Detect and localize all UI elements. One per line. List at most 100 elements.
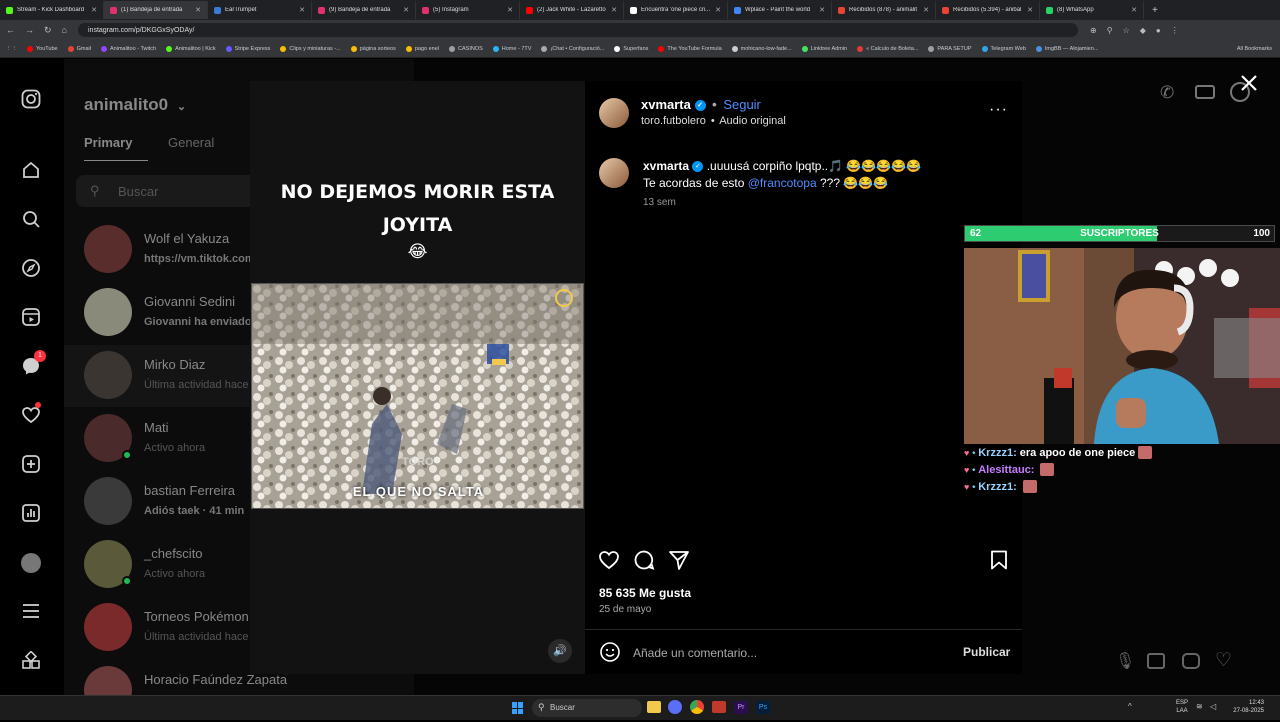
follow-button[interactable]: Seguir (723, 97, 761, 112)
instagram-logo-icon[interactable] (20, 89, 42, 111)
close-tab-icon[interactable]: ✕ (1027, 6, 1033, 14)
commenter-avatar[interactable] (599, 158, 629, 188)
bookmark-item[interactable]: Animalitoo | Kick (166, 45, 216, 52)
explore-icon[interactable] (20, 258, 42, 280)
back-icon[interactable]: ← (6, 25, 15, 36)
browser-tab[interactable]: Wplace - Paint the world ✕ (728, 1, 832, 19)
bookmark-item[interactable]: Gmail (67, 45, 91, 52)
bookmark-item[interactable]: ¡Chat • Configuració... (541, 45, 604, 52)
comment-icon[interactable] (633, 549, 655, 571)
wifi-icon[interactable]: ≋ (1196, 702, 1203, 711)
search-icon[interactable] (20, 209, 42, 231)
video-player[interactable]: TORO EL QUE NO SALTA (251, 283, 584, 509)
volume-icon[interactable]: 🔊 (548, 639, 572, 663)
close-tab-icon[interactable]: ✕ (923, 6, 929, 14)
new-tab-icon[interactable]: + (1144, 5, 1166, 16)
browser-tab[interactable]: (1) Bandeja de entrada ✕ (104, 1, 208, 19)
browser-tab[interactable]: Encuentra 'one piece cri... ✕ (624, 1, 728, 19)
emoji-icon[interactable] (599, 641, 621, 663)
bookmark-item[interactable]: Linktree Admin (801, 45, 847, 52)
browser-tab[interactable]: (2) Jack White - Lazaretto ✕ (520, 1, 624, 19)
bookmark-item[interactable]: pago enel (405, 45, 439, 52)
volume-icon[interactable]: ◁ (1210, 702, 1216, 711)
reload-icon[interactable]: ↻ (44, 25, 52, 36)
tab-general[interactable]: General (168, 135, 214, 150)
dashboard-icon[interactable] (20, 503, 42, 525)
browser-tab[interactable]: Stream - Kick Dashboard ✕ (0, 1, 104, 19)
install-icon[interactable]: ⊕ (1090, 26, 1097, 35)
home-icon[interactable]: ⌂ (62, 25, 67, 36)
menu-icon[interactable] (20, 601, 42, 623)
star-icon[interactable]: ☆ (1123, 26, 1130, 35)
likes-count[interactable]: 85 635 Me gusta (599, 586, 691, 600)
bookmark-item[interactable]: Superfans (614, 45, 648, 52)
close-tab-icon[interactable]: ✕ (715, 6, 721, 14)
extensions-icon[interactable]: ◆ (1140, 26, 1146, 35)
messenger-icon[interactable]: 1 (20, 350, 46, 378)
mention-link[interactable]: @francotopa (748, 176, 817, 190)
account-username[interactable]: animalito0 ⌄ (84, 95, 186, 115)
create-icon[interactable] (20, 454, 42, 476)
premiere-icon[interactable]: Pr (734, 701, 748, 714)
tab-primary[interactable]: Primary (84, 135, 132, 150)
browser-tab[interactable]: (8) WhatsApp ✕ (1040, 1, 1144, 19)
chrome-icon[interactable] (690, 700, 704, 714)
start-icon[interactable] (512, 702, 524, 714)
author-avatar[interactable] (599, 98, 629, 128)
bookmark-item[interactable]: Telegram Web (981, 45, 1026, 52)
menu-icon[interactable]: ⋮ (1171, 26, 1179, 35)
bookmark-item[interactable]: Home - 7TV (492, 45, 531, 52)
bookmark-item[interactable]: Stripe Express (225, 45, 270, 52)
apps-icon[interactable] (20, 650, 42, 673)
file-explorer-icon[interactable] (647, 701, 661, 713)
close-tab-icon[interactable]: ✕ (1131, 6, 1137, 14)
bookmark-item[interactable]: mohicano-low-fade... (731, 45, 792, 52)
close-tab-icon[interactable]: ✕ (403, 6, 409, 14)
audio-label[interactable]: Audio original (719, 115, 786, 127)
like-icon[interactable] (598, 549, 620, 571)
url-field[interactable]: instagram.com/p/DKGGxSyODAy/ (78, 23, 1078, 37)
close-tab-icon[interactable]: ✕ (819, 6, 825, 14)
close-tab-icon[interactable]: ✕ (299, 6, 305, 14)
author-name[interactable]: xvmarta (641, 97, 691, 112)
browser-tab[interactable]: (9) Bandeja de entrada ✕ (312, 1, 416, 19)
taskbar-search[interactable]: ⚲ Buscar (532, 699, 642, 717)
zoom-icon[interactable]: ⚲ (1107, 26, 1113, 35)
comment-author[interactable]: xvmarta (643, 159, 689, 173)
forward-icon[interactable]: → (25, 25, 34, 36)
apps-grid-icon[interactable]: ⋮⋮ (6, 46, 17, 52)
bookmark-item[interactable]: « Calculo de Boleta... (857, 45, 918, 52)
clock[interactable]: 12:43 27-08-2025 (1226, 699, 1264, 715)
bookmark-item[interactable]: PARA SETUP (928, 45, 972, 52)
home-icon[interactable] (20, 160, 42, 182)
close-tab-icon[interactable]: ✕ (91, 6, 97, 14)
close-icon[interactable] (1238, 72, 1260, 94)
publish-button[interactable]: Publicar (963, 645, 1010, 659)
tray-chevron-icon[interactable]: ^ (1128, 702, 1132, 711)
browser-tab[interactable]: Recibidos (5.394) - anibal ✕ (936, 1, 1040, 19)
bookmark-item[interactable]: Clips y miniaturas -... (280, 45, 341, 52)
close-tab-icon[interactable]: ✕ (195, 6, 201, 14)
browser-tab[interactable]: (5) Instagram ✕ (416, 1, 520, 19)
bookmark-item[interactable]: ImgBB — Alojamien... (1035, 45, 1098, 52)
all-bookmarks[interactable]: All Bookmarks (1237, 46, 1280, 52)
collab-account[interactable]: toro.futbolero (641, 115, 706, 127)
heart-icon[interactable] (20, 402, 42, 427)
close-tab-icon[interactable]: ✕ (611, 6, 617, 14)
discord-icon[interactable] (668, 700, 682, 714)
profile-avatar[interactable]: ● (1156, 26, 1161, 35)
bookmark-item[interactable]: The YouTube Formula (658, 45, 722, 52)
comment-input[interactable]: Añade un comentario... (633, 644, 933, 660)
bookmark-item[interactable]: YouTube (27, 45, 58, 52)
save-icon[interactable] (988, 549, 1010, 571)
photoshop-icon[interactable]: Ps (756, 701, 770, 714)
share-icon[interactable] (668, 549, 690, 571)
bookmark-item[interactable]: página sorteos (350, 45, 396, 52)
reels-icon[interactable] (20, 307, 42, 329)
language-indicator[interactable]: ESP LAA (1176, 699, 1188, 715)
post-media[interactable]: NO DEJEMOS MORIR ESTA JOYITA 😂 TORO EL Q… (250, 81, 585, 674)
bookmark-item[interactable]: Animalitoo - Twitch (101, 45, 156, 52)
browser-tab[interactable]: EarTrumpet ✕ (208, 1, 312, 19)
close-tab-icon[interactable]: ✕ (507, 6, 513, 14)
more-options-icon[interactable]: ··· (989, 101, 1008, 119)
